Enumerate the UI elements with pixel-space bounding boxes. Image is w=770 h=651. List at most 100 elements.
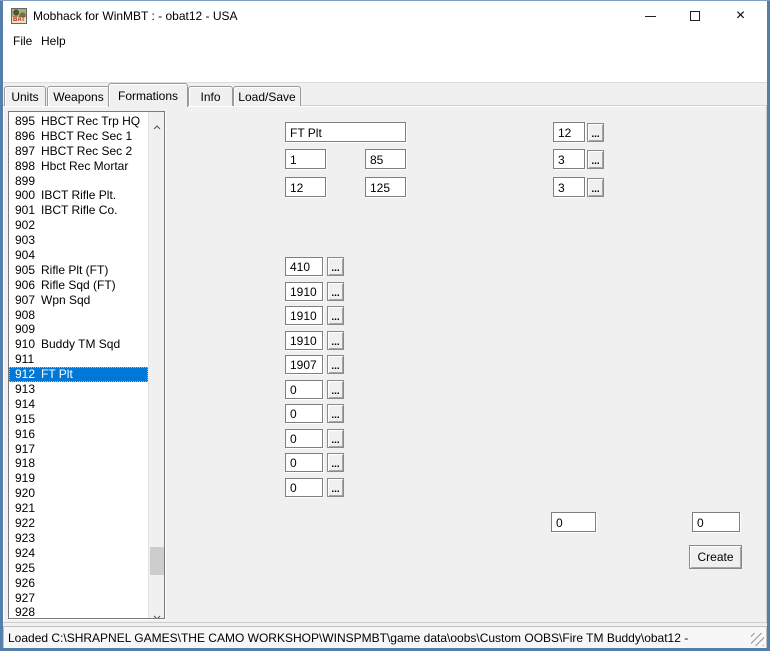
list-item-898[interactable]: 898Hbct Rec Mortar xyxy=(9,159,148,174)
menu-bar: File Help xyxy=(3,31,767,51)
minimize-button[interactable] xyxy=(628,1,673,31)
list-item-905[interactable]: 905Rifle Plt (FT) xyxy=(9,263,148,278)
unit-picker-button[interactable]: ... xyxy=(327,453,344,472)
formation-listbox: 895HBCT Rec Trp HQ896HBCT Rec Sec 1897HB… xyxy=(8,111,165,619)
unit-id-field[interactable]: 1910 xyxy=(285,331,323,350)
list-item-number: 928 xyxy=(9,605,41,618)
unit-picker-button[interactable]: ... xyxy=(327,282,344,301)
scroll-up-button[interactable] xyxy=(149,112,165,128)
list-item-924[interactable]: 924 xyxy=(9,546,148,561)
list-item-921[interactable]: 921 xyxy=(9,501,148,516)
list-item-919[interactable]: 919 xyxy=(9,471,148,486)
list-item-907[interactable]: 907Wpn Sqd xyxy=(9,293,148,308)
available-from-of-field[interactable]: 85 xyxy=(365,149,406,169)
formation-type-picker-button[interactable]: ... xyxy=(587,178,604,197)
list-item-910[interactable]: 910Buddy TM Sqd xyxy=(9,337,148,352)
unit-id-field[interactable]: 0 xyxy=(285,404,323,423)
until-of-field[interactable]: 125 xyxy=(365,177,406,197)
list-item-926[interactable]: 926 xyxy=(9,576,148,591)
unit-id-field[interactable]: 0 xyxy=(285,380,323,399)
unit-picker-button[interactable]: ... xyxy=(327,404,344,423)
unit-picker-button[interactable]: ... xyxy=(327,429,344,448)
unit-id-field[interactable]: 1907 xyxy=(285,355,323,374)
tab-formations[interactable]: Formations xyxy=(108,83,188,107)
list-item-923[interactable]: 923 xyxy=(9,531,148,546)
list-item-925[interactable]: 925 xyxy=(9,561,148,576)
list-item-920[interactable]: 920 xyxy=(9,486,148,501)
purchase-screen-field[interactable]: 3 xyxy=(553,149,585,169)
app-icon-label: BAT xyxy=(12,17,26,23)
resize-grip[interactable] xyxy=(751,633,764,646)
list-item-906[interactable]: 906Rifle Sqd (FT) xyxy=(9,278,148,293)
menu-file[interactable]: File xyxy=(9,34,36,48)
list-item-900[interactable]: 900IBCT Rifle Plt. xyxy=(9,188,148,203)
list-item-number: 908 xyxy=(9,308,41,323)
list-item-number: 901 xyxy=(9,203,41,218)
available-from-field[interactable]: 1 xyxy=(285,149,326,169)
list-item-name: HBCT Rec Trp HQ xyxy=(41,114,140,128)
unit-id-field[interactable]: 1910 xyxy=(285,282,323,301)
list-item-903[interactable]: 903 xyxy=(9,233,148,248)
formation-name-field[interactable]: FT Plt xyxy=(285,122,406,142)
list-item-914[interactable]: 914 xyxy=(9,397,148,412)
unit-picker-button[interactable]: ... xyxy=(327,380,344,399)
menu-help[interactable]: Help xyxy=(37,34,70,48)
list-item-912[interactable]: 912FT Plt xyxy=(9,367,148,382)
unit-id-field[interactable]: 0 xyxy=(285,453,323,472)
list-item-896[interactable]: 896HBCT Rec Sec 1 xyxy=(9,129,148,144)
tab-info[interactable]: Info xyxy=(188,86,233,106)
formation-type-field[interactable]: 3 xyxy=(553,177,585,197)
list-item-name: IBCT Rifle Co. xyxy=(41,203,117,217)
list-item-901[interactable]: 901IBCT Rifle Co. xyxy=(9,203,148,218)
unit-picker-button[interactable]: ... xyxy=(327,306,344,325)
list-item-927[interactable]: 927 xyxy=(9,591,148,606)
minimize-icon xyxy=(645,16,656,17)
list-item-928[interactable]: 928 xyxy=(9,605,148,618)
list-item-number: 927 xyxy=(9,591,41,606)
unit-id-field[interactable]: 1910 xyxy=(285,306,323,325)
list-item-897[interactable]: 897HBCT Rec Sec 2 xyxy=(9,144,148,159)
scroll-down-button[interactable] xyxy=(149,602,165,618)
title-bar: BAT Mobhack for WinMBT : - obat12 - USA … xyxy=(3,1,767,31)
unit-picker-button[interactable]: ... xyxy=(327,331,344,350)
list-item-902[interactable]: 902 xyxy=(9,218,148,233)
list-item-913[interactable]: 913 xyxy=(9,382,148,397)
unit-id-field[interactable]: 410 xyxy=(285,257,323,276)
list-item-922[interactable]: 922 xyxy=(9,516,148,531)
unit-picker-button[interactable]: ... xyxy=(327,478,344,497)
list-scrollbar[interactable] xyxy=(148,112,164,618)
maximize-button[interactable] xyxy=(673,1,718,31)
list-item-number: 922 xyxy=(9,516,41,531)
unit-picker-button[interactable]: ... xyxy=(327,257,344,276)
list-item-916[interactable]: 916 xyxy=(9,427,148,442)
purchase-picker-button[interactable]: ... xyxy=(587,150,604,169)
list-item-number: 895 xyxy=(9,114,41,129)
close-button[interactable]: × xyxy=(718,1,763,31)
list-item-909[interactable]: 909 xyxy=(9,322,148,337)
scroll-thumb[interactable] xyxy=(150,547,164,575)
morale-modifier-field[interactable]: 0 xyxy=(692,512,740,532)
list-item-number: 917 xyxy=(9,442,41,457)
list-item-904[interactable]: 904 xyxy=(9,248,148,263)
list-item-915[interactable]: 915 xyxy=(9,412,148,427)
list-item-895[interactable]: 895HBCT Rec Trp HQ xyxy=(9,114,148,129)
experience-modifier-field[interactable]: 0 xyxy=(551,512,596,532)
nation-picker-button[interactable]: ... xyxy=(587,123,604,142)
unit-id-field[interactable]: 0 xyxy=(285,478,323,497)
list-item-918[interactable]: 918 xyxy=(9,456,148,471)
tab-loadsave[interactable]: Load/Save xyxy=(233,86,301,106)
list-item-908[interactable]: 908 xyxy=(9,308,148,323)
tab-units[interactable]: Units xyxy=(4,86,46,106)
unit-picker-button[interactable]: ... xyxy=(327,355,344,374)
list-item-917[interactable]: 917 xyxy=(9,442,148,457)
list-item-899[interactable]: 899 xyxy=(9,174,148,189)
unit-id-field[interactable]: 0 xyxy=(285,429,323,448)
nation-field[interactable]: 12 xyxy=(553,122,585,142)
create-button[interactable]: Create xyxy=(689,545,742,569)
list-item-name: Buddy TM Sqd xyxy=(41,337,120,351)
list-item-number: 896 xyxy=(9,129,41,144)
tab-weapons[interactable]: Weapons xyxy=(47,86,110,106)
list-item-911[interactable]: 911 xyxy=(9,352,148,367)
until-field[interactable]: 12 xyxy=(285,177,326,197)
list-item-number: 920 xyxy=(9,486,41,501)
